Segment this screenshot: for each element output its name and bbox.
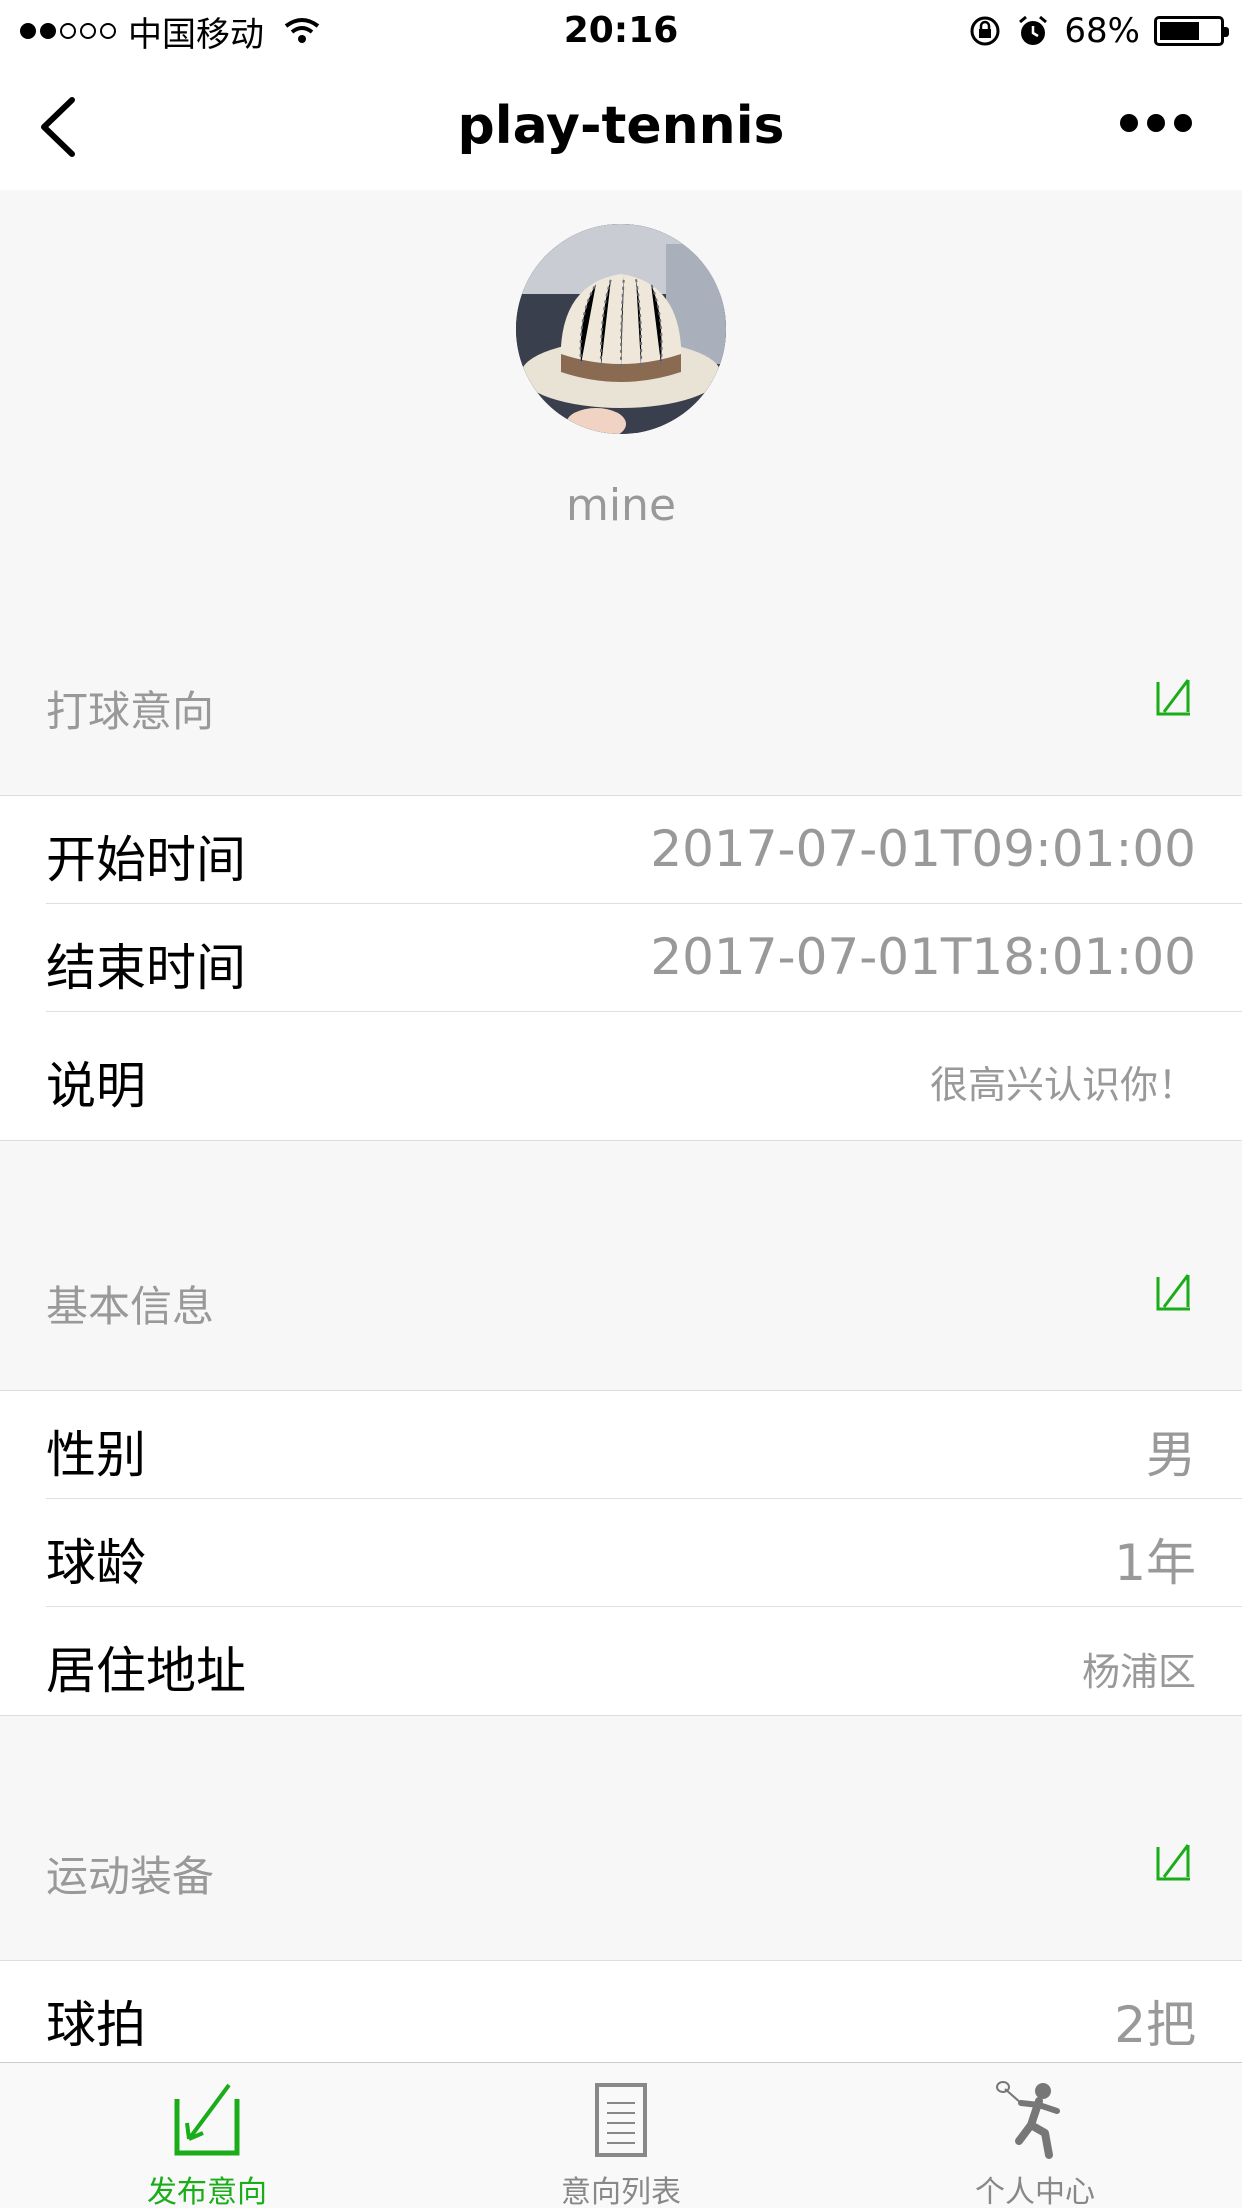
more-options-icon[interactable] xyxy=(1120,114,1192,132)
status-bar: 中国移动 20:16 68% xyxy=(0,0,1242,62)
section-title: 运动装备 xyxy=(46,1852,215,1901)
alarm-icon xyxy=(1019,15,1048,45)
battery-percent: 68% xyxy=(1064,11,1140,51)
row-value: 男 xyxy=(1146,1426,1196,1484)
list-item[interactable]: 居住地址 杨浦区 xyxy=(46,1607,1242,1715)
row-value: 1年 xyxy=(1114,1534,1196,1592)
tab-publish[interactable]: 发布意向 xyxy=(0,2063,414,2208)
row-label: 开始时间 xyxy=(46,831,246,889)
tab-list[interactable]: 意向列表 xyxy=(414,2063,828,2208)
equipment-group: 球拍 2把 xyxy=(0,1960,1242,2062)
main-content: mine 打球意向 开始时间 2017-07-01T09:01:00 结束时间 … xyxy=(0,190,1242,2062)
row-value: 2把 xyxy=(1114,1996,1196,2054)
page-title: play-tennis xyxy=(457,96,785,156)
row-label: 性别 xyxy=(46,1426,146,1484)
section-title: 打球意向 xyxy=(46,687,215,736)
row-label: 球拍 xyxy=(46,1996,146,2054)
username: mine xyxy=(565,480,677,531)
avatar-image xyxy=(516,224,726,434)
section-header-equipment: 运动装备 xyxy=(0,1815,1242,1925)
row-label: 结束时间 xyxy=(46,939,246,997)
avatar[interactable] xyxy=(516,224,726,434)
edit-icon[interactable] xyxy=(1154,674,1194,718)
list-item[interactable]: 球龄 1年 xyxy=(46,1499,1242,1607)
basic-info-group: 性别 男 球龄 1年 居住地址 杨浦区 xyxy=(0,1390,1242,1716)
row-label: 球龄 xyxy=(46,1534,146,1592)
orientation-lock-icon xyxy=(970,16,1000,46)
row-label: 说明 xyxy=(46,1057,146,1115)
tab-profile[interactable]: 个人中心 xyxy=(828,2063,1242,2208)
status-right: 68% xyxy=(968,8,1229,54)
intention-group: 开始时间 2017-07-01T09:01:00 结束时间 2017-07-01… xyxy=(0,795,1242,1141)
edit-icon[interactable] xyxy=(1154,1269,1194,1313)
edit-icon[interactable] xyxy=(1154,1839,1194,1883)
list-item[interactable]: 开始时间 2017-07-01T09:01:00 xyxy=(46,796,1242,904)
row-value: 很高兴认识你！ xyxy=(929,1063,1196,1107)
list-item[interactable]: 说明 很高兴认识你！ xyxy=(46,1012,1242,1140)
tennis-player-icon xyxy=(996,2081,1060,2159)
row-value: 杨浦区 xyxy=(1081,1650,1196,1694)
row-value: 2017-07-01T18:01:00 xyxy=(650,928,1196,986)
list-item[interactable]: 结束时间 2017-07-01T18:01:00 xyxy=(46,904,1242,1012)
list-item[interactable]: 性别 男 xyxy=(46,1391,1242,1499)
battery-icon xyxy=(1154,16,1229,46)
tab-label: 意向列表 xyxy=(561,2175,681,2208)
tab-label: 发布意向 xyxy=(147,2175,267,2208)
row-value: 2017-07-01T09:01:00 xyxy=(650,820,1196,878)
list-icon xyxy=(595,2083,647,2157)
section-title: 基本信息 xyxy=(46,1282,215,1331)
section-header-intention: 打球意向 xyxy=(0,650,1242,760)
nav-bar: play-tennis xyxy=(0,62,1242,190)
section-header-basic-info: 基本信息 xyxy=(0,1245,1242,1355)
tab-bar: 发布意向 意向列表 个人中心 xyxy=(0,2062,1242,2208)
publish-icon xyxy=(174,2083,240,2156)
tab-label: 个人中心 xyxy=(975,2175,1095,2208)
list-item[interactable]: 球拍 2把 xyxy=(46,1961,1242,2062)
row-label: 居住地址 xyxy=(46,1642,246,1700)
